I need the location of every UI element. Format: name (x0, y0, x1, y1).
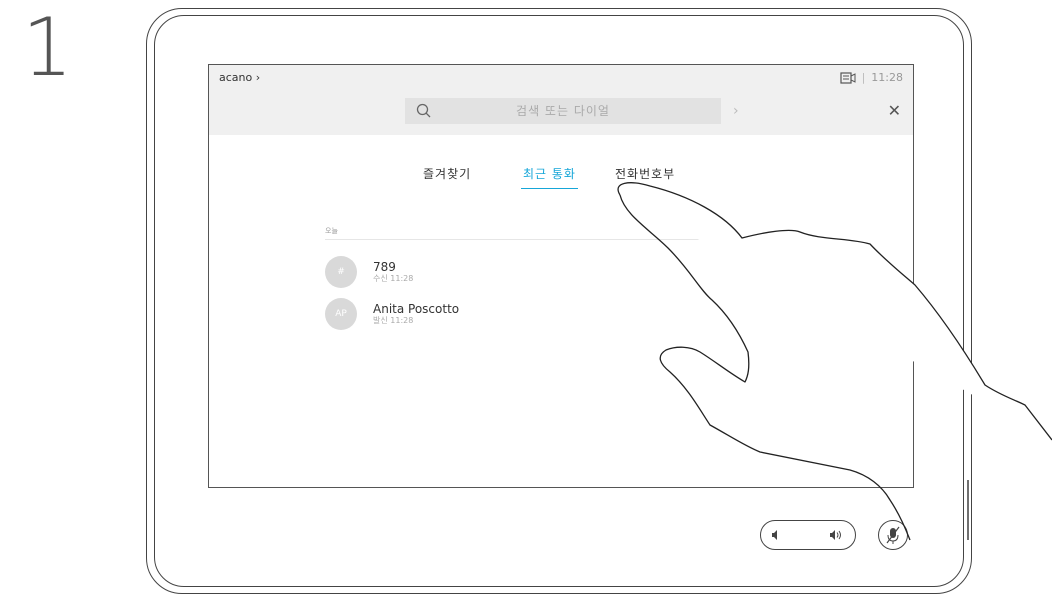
brand-label: acano (219, 71, 253, 84)
chevron-right-icon[interactable]: › (733, 103, 739, 119)
contact-name: Anita Poscotto (373, 302, 460, 316)
section-divider (325, 239, 795, 240)
volume-control[interactable] (760, 520, 856, 550)
clock-time: 11:28 (871, 71, 903, 84)
volume-down-icon[interactable] (771, 529, 781, 541)
call-detail: 수신 11:28 (373, 274, 414, 283)
touch-screen: acano › | 11:28 › ✕ 즐겨찾기 최근 통화 전화번호부 (208, 64, 914, 488)
list-item[interactable]: AP Anita Poscotto 발신 11:28 (325, 298, 459, 330)
tab-favorites[interactable]: 즐겨찾기 (423, 165, 471, 188)
microphone-mute-button[interactable] (878, 520, 908, 550)
status-separator: | (861, 71, 866, 84)
search-input[interactable] (405, 97, 721, 125)
brand-breadcrumb[interactable]: acano › (219, 71, 260, 84)
microphone-mute-icon (886, 526, 900, 544)
tab-recents[interactable]: 최근 통화 (521, 165, 578, 189)
avatar: AP (325, 298, 357, 330)
list-item-text: Anita Poscotto 발신 11:28 (373, 302, 459, 326)
camera-screen-icon[interactable] (839, 71, 856, 84)
volume-up-icon[interactable] (829, 528, 843, 542)
brand-chevron-icon: › (255, 71, 261, 84)
top-bar: acano › | 11:28 › ✕ (209, 65, 913, 135)
contact-name: 789 (373, 260, 396, 274)
section-header-today: 오늘 (325, 227, 338, 235)
search-icon (416, 103, 431, 118)
status-area: | 11:28 (839, 71, 903, 84)
step-number: 1 (22, 1, 73, 94)
tab-directory[interactable]: 전화번호부 (615, 165, 675, 188)
search-box[interactable] (405, 97, 721, 125)
list-item-text: 789 수신 11:28 (373, 260, 413, 284)
call-detail: 발신 11:28 (373, 316, 414, 325)
close-icon[interactable]: ✕ (888, 101, 901, 120)
tab-bar: 즐겨찾기 최근 통화 전화번호부 (209, 165, 913, 193)
list-item[interactable]: # 789 수신 11:28 (325, 256, 413, 288)
avatar: # (325, 256, 357, 288)
